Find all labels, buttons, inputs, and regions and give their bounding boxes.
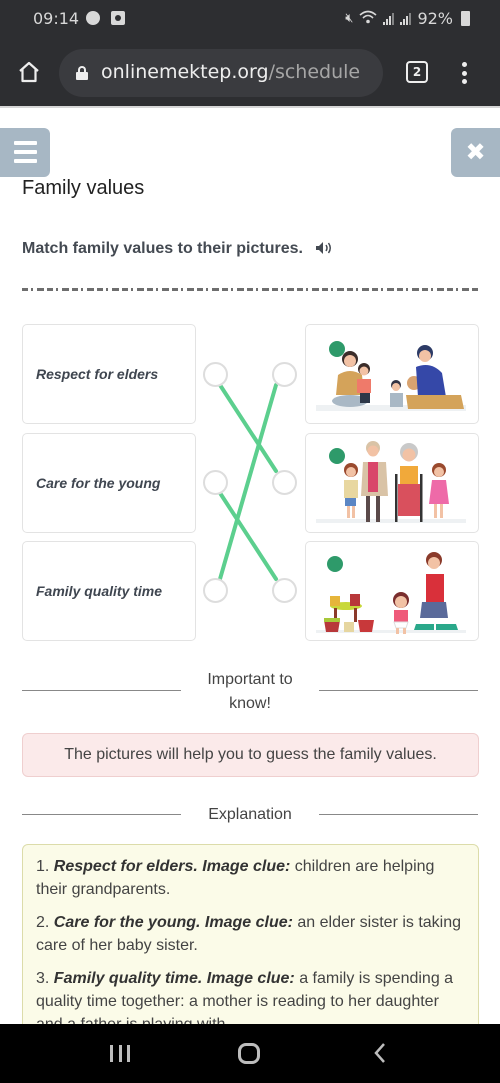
home-icon[interactable]: [17, 60, 41, 84]
lock-icon: [76, 66, 88, 80]
match-item-left[interactable]: Family quality time: [22, 541, 196, 641]
page-title: Family values: [22, 177, 145, 199]
match-line: [218, 383, 278, 581]
profile-icon: [86, 11, 100, 25]
connector-right[interactable]: [272, 362, 297, 387]
status-bar: 09:14 🔇︎ 92%: [0, 0, 500, 40]
connector-left[interactable]: [203, 470, 228, 495]
match-item-label: Care for the young: [36, 475, 161, 491]
url-path: /schedule: [268, 61, 361, 83]
browser-toolbar: onlinemektep.org/schedule 2: [0, 40, 500, 106]
badge-icon: [329, 448, 345, 464]
badge-icon: [327, 556, 343, 572]
signal-icon: [400, 12, 412, 25]
address-bar[interactable]: onlinemektep.org/schedule: [59, 49, 383, 97]
close-button[interactable]: ✖: [451, 128, 500, 177]
explanation-divider: Explanation: [22, 803, 478, 829]
connector-right[interactable]: [272, 578, 297, 603]
match-picture-grandparents[interactable]: [305, 433, 479, 533]
match-line: [218, 491, 278, 581]
battery-icon: [461, 11, 470, 26]
recent-apps-icon[interactable]: [110, 1045, 130, 1062]
menu-dots-icon[interactable]: [462, 62, 468, 84]
clock: 09:14: [33, 9, 80, 28]
url-text[interactable]: onlinemektep.org/schedule: [101, 61, 373, 83]
important-divider: Important to know!: [22, 668, 478, 716]
explanation-item: 2. Care for the young. Image clue: an el…: [36, 914, 462, 954]
system-nav-bar: [0, 1024, 500, 1083]
battery-percent: 92%: [417, 9, 453, 28]
connector-left[interactable]: [203, 362, 228, 387]
badge-icon: [329, 341, 345, 357]
speaker-icon[interactable]: [315, 241, 333, 258]
match-item-left[interactable]: Care for the young: [22, 433, 196, 533]
decorative-divider: [22, 288, 478, 291]
match-item-left[interactable]: Respect for elders: [22, 324, 196, 424]
status-icons: 🔇︎ 92%: [345, 9, 470, 28]
important-heading: Important to know!: [207, 671, 293, 712]
url-domain: onlinemektep.org: [101, 61, 269, 83]
divider-line: [319, 814, 478, 815]
match-picture-sisters[interactable]: [305, 541, 479, 641]
mute-icon: 🔇︎: [345, 11, 354, 26]
back-icon[interactable]: [372, 1041, 388, 1071]
connector-left[interactable]: [203, 578, 228, 603]
explanation-box: 1. Respect for elders. Image clue: child…: [22, 844, 479, 1044]
explanation-heading: Explanation: [208, 806, 292, 823]
divider-line: [319, 690, 478, 691]
match-picture-family-playing[interactable]: [305, 324, 479, 424]
instruction: Match family values to their pictures.: [22, 240, 333, 258]
match-line: [218, 383, 278, 473]
photo-icon: [111, 11, 125, 25]
wifi-icon: [359, 10, 377, 28]
divider-line: [22, 814, 181, 815]
tabs-button[interactable]: 2: [406, 61, 428, 83]
match-item-label: Respect for elders: [36, 366, 159, 382]
toolbar-shadow: [0, 106, 500, 108]
home-nav-icon[interactable]: [238, 1043, 260, 1064]
connector-right[interactable]: [272, 470, 297, 495]
explanation-item: 1. Respect for elders. Image clue: child…: [36, 858, 435, 898]
side-menu-button[interactable]: [0, 128, 50, 177]
instruction-text: Match family values to their pictures.: [22, 240, 303, 257]
signal-icon: [383, 12, 395, 25]
divider-line: [22, 690, 181, 691]
hint-box: The pictures will help you to guess the …: [22, 733, 479, 777]
match-item-label: Family quality time: [36, 583, 163, 599]
